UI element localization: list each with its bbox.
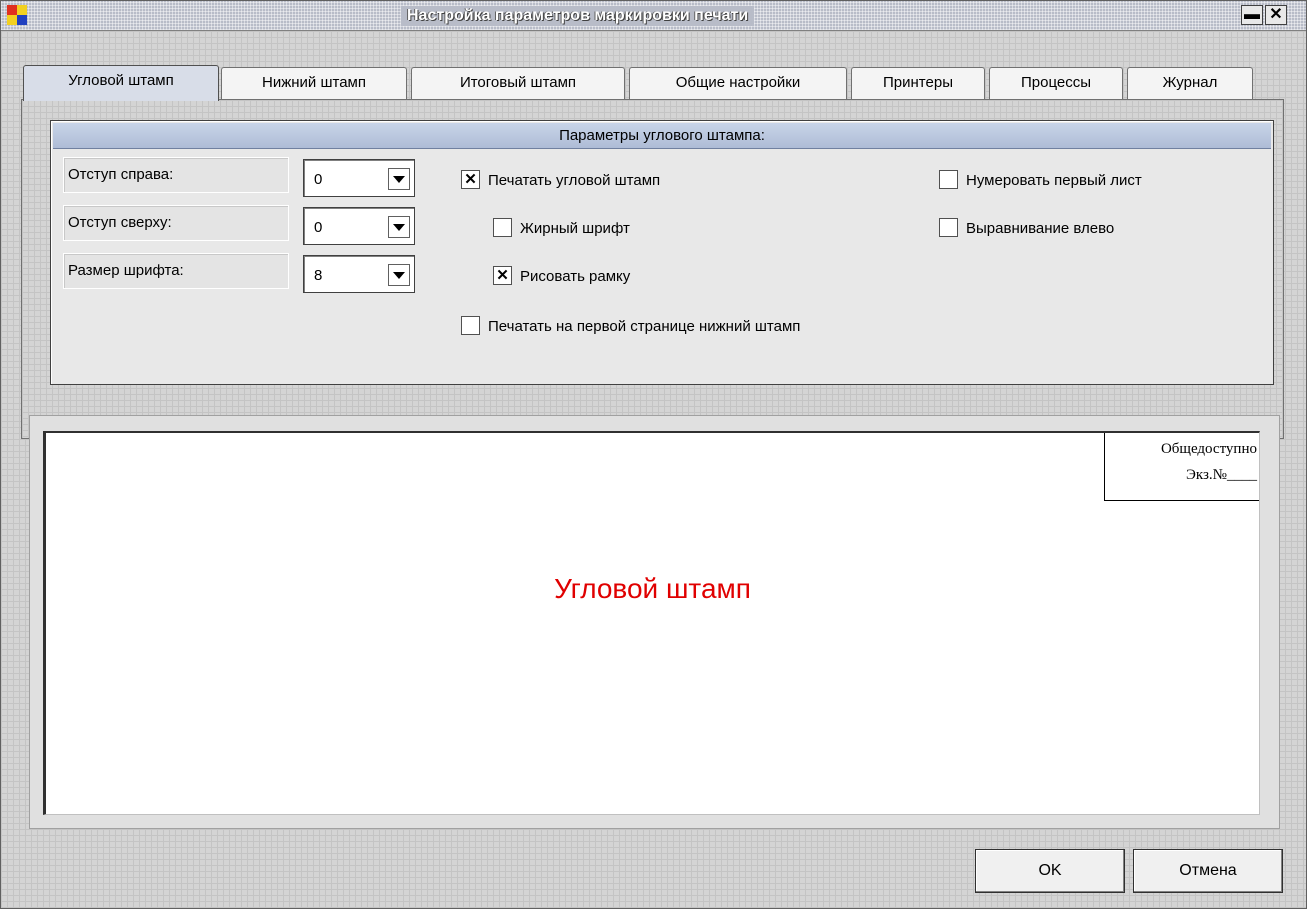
- font-size-combo[interactable]: 8: [303, 255, 415, 293]
- chevron-down-icon[interactable]: [388, 216, 410, 238]
- minimize-icon: ▬: [1244, 6, 1260, 23]
- checkbox-checked-icon: [493, 265, 512, 285]
- tab-label: Итоговый штамп: [459, 74, 577, 91]
- tab-panel: Параметры углового штампа: Отступ справа…: [21, 99, 1284, 439]
- stamp-copy-number: Экз.№____: [1186, 467, 1257, 483]
- tab-label: Процессы: [1020, 74, 1091, 91]
- checkbox-label: Выравнивание влево: [966, 220, 1115, 237]
- checkbox-checked-icon: [461, 169, 480, 189]
- checkbox-unchecked-icon: [493, 217, 512, 237]
- chevron-down-icon[interactable]: [388, 168, 410, 190]
- close-button[interactable]: ✕: [1265, 5, 1287, 25]
- dialog-window: Настройка параметров маркировки печати ▬…: [0, 0, 1307, 909]
- combo-value: 8: [314, 267, 323, 284]
- preview-page: Общедоступно Экз.№____ Угловой штамп: [43, 431, 1260, 815]
- tab-printers[interactable]: Принтеры: [851, 67, 985, 99]
- right-offset-combo[interactable]: 0: [303, 159, 415, 197]
- tab-processes[interactable]: Процессы: [989, 67, 1123, 99]
- app-icon: [7, 5, 27, 25]
- bold-font-checkbox[interactable]: Жирный шрифт: [493, 217, 630, 241]
- tab-corner-stamp[interactable]: Угловой штамп: [23, 65, 219, 101]
- window-title: Настройка параметров маркировки печати: [401, 6, 755, 26]
- combo-value: 0: [314, 171, 323, 188]
- font-size-label: Размер шрифта:: [63, 253, 289, 289]
- stamp-preview-box: Общедоступно Экз.№____: [1104, 433, 1259, 501]
- print-bottom-stamp-first-page-checkbox[interactable]: Печатать на первой странице нижний штамп: [461, 315, 800, 339]
- client-area: Угловой штамп Нижний штамп Итоговый штам…: [1, 31, 1306, 908]
- checkbox-label: Печатать на первой странице нижний штамп: [488, 318, 801, 335]
- cancel-button[interactable]: Отмена: [1133, 849, 1283, 893]
- tab-journal[interactable]: Журнал: [1127, 67, 1253, 99]
- close-icon: ✕: [1269, 6, 1283, 23]
- checkbox-label: Нумеровать первый лист: [966, 172, 1142, 189]
- number-first-sheet-checkbox[interactable]: Нумеровать первый лист: [939, 169, 1142, 193]
- chevron-down-icon[interactable]: [388, 264, 410, 286]
- checkbox-label: Жирный шрифт: [520, 220, 630, 237]
- tab-label: Принтеры: [883, 74, 953, 91]
- checkbox-label: Печатать угловой штамп: [488, 172, 661, 189]
- tab-general-settings[interactable]: Общие настройки: [629, 67, 847, 99]
- tab-bottom-stamp[interactable]: Нижний штамп: [221, 67, 407, 99]
- checkbox-unchecked-icon: [939, 217, 958, 237]
- ok-button[interactable]: OK: [975, 849, 1125, 893]
- minimize-button[interactable]: ▬: [1241, 5, 1263, 25]
- group-header: Параметры углового штампа:: [53, 123, 1271, 149]
- tab-label: Журнал: [1162, 74, 1218, 91]
- draw-frame-checkbox[interactable]: Рисовать рамку: [493, 265, 630, 289]
- checkbox-unchecked-icon: [939, 169, 958, 189]
- preview-title: Угловой штамп: [554, 573, 751, 604]
- print-corner-stamp-checkbox[interactable]: Печатать угловой штамп: [461, 169, 660, 193]
- corner-stamp-settings-group: Параметры углового штампа: Отступ справа…: [50, 120, 1274, 385]
- right-offset-label: Отступ справа:: [63, 157, 289, 193]
- checkbox-unchecked-icon: [461, 315, 480, 335]
- combo-value: 0: [314, 219, 323, 236]
- checkbox-label: Рисовать рамку: [520, 268, 631, 285]
- tab-label: Угловой штамп: [68, 72, 174, 89]
- tab-label: Нижний штамп: [262, 74, 366, 91]
- title-bar[interactable]: Настройка параметров маркировки печати ▬…: [1, 1, 1306, 31]
- align-left-checkbox[interactable]: Выравнивание влево: [939, 217, 1114, 241]
- top-offset-label: Отступ сверху:: [63, 205, 289, 241]
- tab-total-stamp[interactable]: Итоговый штамп: [411, 67, 625, 99]
- stamp-classification: Общедоступно: [1160, 441, 1257, 457]
- top-offset-combo[interactable]: 0: [303, 207, 415, 245]
- tab-label: Общие настройки: [675, 74, 801, 91]
